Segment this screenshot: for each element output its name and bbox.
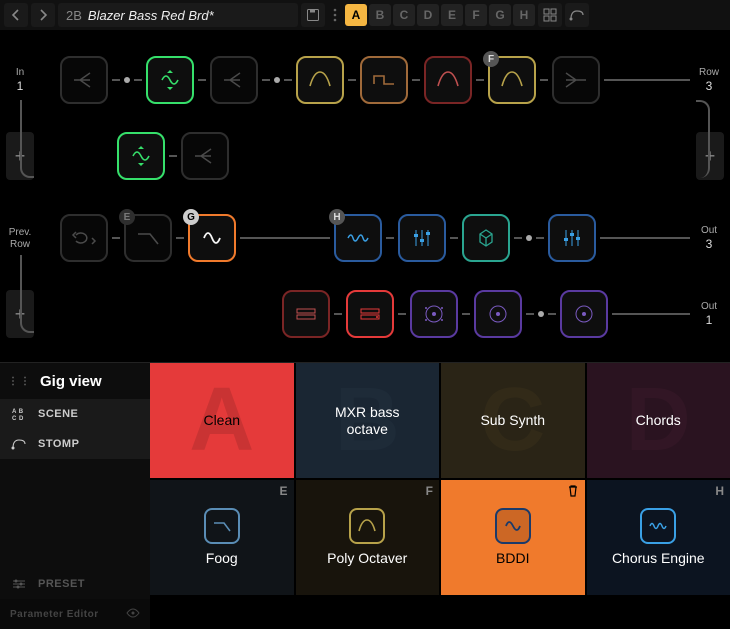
gig-view-sidebar: ⋮⋮ Gig view A BC D SCENE STOMP PRESET <box>0 363 150 629</box>
svg-text:A B: A B <box>12 409 24 415</box>
stomp-b-label: MXR bass octave <box>335 404 400 438</box>
stomp-c-label: Sub Synth <box>480 412 545 429</box>
scene-grid-icon[interactable] <box>538 3 562 27</box>
stomp-d-label: Chords <box>636 412 681 429</box>
stomp-e-label: Foog <box>206 550 238 567</box>
scene-button-f[interactable]: F <box>465 4 487 26</box>
out-3-label: Out3 <box>694 225 724 251</box>
stomp-g-label: BDDI <box>496 550 529 567</box>
block-split-2[interactable] <box>210 56 258 104</box>
block-env-olive[interactable] <box>296 56 344 104</box>
block-rack-red[interactable] <box>346 290 394 338</box>
scene-button-c[interactable]: C <box>393 4 415 26</box>
block-target-3[interactable] <box>560 290 608 338</box>
scene-button-d[interactable]: D <box>417 4 439 26</box>
badge-e: E <box>119 209 135 225</box>
block-env-red[interactable] <box>424 56 472 104</box>
row-prev-label: Prev.Row <box>6 227 34 250</box>
block-sq-brown[interactable] <box>360 56 408 104</box>
scene-button-g[interactable]: G <box>489 4 511 26</box>
stomp-f[interactable]: F Poly Octaver <box>296 480 440 595</box>
preset-name-field[interactable]: 2B Blazer Bass Red Brd* <box>58 3 298 27</box>
block-sliders-1[interactable] <box>398 214 446 262</box>
block-wave-h[interactable]: H <box>334 214 382 262</box>
preset-mode-button[interactable]: PRESET <box>0 569 150 599</box>
block-split-3[interactable] <box>181 132 229 180</box>
row-in-label: In1 <box>6 67 34 93</box>
preset-number: 2B <box>66 8 82 23</box>
block-sliders-2[interactable] <box>548 214 596 262</box>
badge-f: F <box>483 51 499 67</box>
stomp-b[interactable]: B MXR bass octave <box>296 363 440 478</box>
badge-h: H <box>329 209 345 225</box>
block-loop[interactable] <box>60 214 108 262</box>
block-wave-g[interactable]: G <box>188 214 236 262</box>
scene-button-b[interactable]: B <box>369 4 391 26</box>
svg-text:C D: C D <box>12 416 24 421</box>
block-input-split[interactable] <box>60 56 108 104</box>
stomp-mode-button[interactable]: STOMP <box>0 429 150 459</box>
row-3-label: Row3 <box>694 67 724 93</box>
stomp-g[interactable]: BDDI <box>441 480 585 595</box>
block-filter-e[interactable]: E <box>124 214 172 262</box>
stomp-h-label: Chorus Engine <box>612 550 705 567</box>
stomp-h[interactable]: H Chorus Engine <box>587 480 730 595</box>
block-osc-2[interactable] <box>117 132 165 180</box>
preset-sliders-icon <box>10 579 28 589</box>
nav-prev-button[interactable] <box>4 3 28 27</box>
stomp-a-label: Clean <box>203 412 240 429</box>
scene-button-e[interactable]: E <box>441 4 463 26</box>
stomp-d[interactable]: D Chords <box>587 363 730 478</box>
stomp-icon-side <box>10 438 28 450</box>
save-icon[interactable] <box>301 3 325 27</box>
block-target-1[interactable] <box>410 290 458 338</box>
preset-title: Blazer Bass Red Brd* <box>88 8 214 23</box>
stomp-toggle-icon[interactable] <box>565 3 589 27</box>
out-1-label: Out1 <box>694 301 724 327</box>
scene-button-a[interactable]: A <box>345 4 367 26</box>
badge-g: G <box>183 209 199 225</box>
block-merge-1[interactable] <box>552 56 600 104</box>
stomp-grid: A Clean B MXR bass octave C Sub Synth D … <box>150 363 730 629</box>
block-env-olive-f[interactable]: F <box>488 56 536 104</box>
menu-dots-icon[interactable] <box>328 3 342 27</box>
scene-mode-button[interactable]: A BC D SCENE <box>0 399 150 429</box>
drag-dots-icon[interactable]: ⋮⋮ <box>8 376 32 387</box>
eye-icon <box>126 608 140 621</box>
stomp-a[interactable]: A Clean <box>150 363 294 478</box>
scene-buttons: ABCDEFGH <box>345 4 535 26</box>
signal-chain: In1 F <box>0 30 730 362</box>
block-rack-dark[interactable] <box>282 290 330 338</box>
stomp-c[interactable]: C Sub Synth <box>441 363 585 478</box>
scene-grid-icon-side: A BC D <box>10 407 28 421</box>
stomp-f-label: Poly Octaver <box>327 550 407 567</box>
nav-next-button[interactable] <box>31 3 55 27</box>
stomp-e[interactable]: E Foog <box>150 480 294 595</box>
parameter-editor-button[interactable]: Parameter Editor <box>0 599 150 629</box>
trash-icon[interactable] <box>567 484 579 501</box>
block-osc-1[interactable] <box>146 56 194 104</box>
block-target-2[interactable] <box>474 290 522 338</box>
scene-button-h[interactable]: H <box>513 4 535 26</box>
block-cube[interactable] <box>462 214 510 262</box>
gig-view-title: Gig view <box>40 373 102 390</box>
